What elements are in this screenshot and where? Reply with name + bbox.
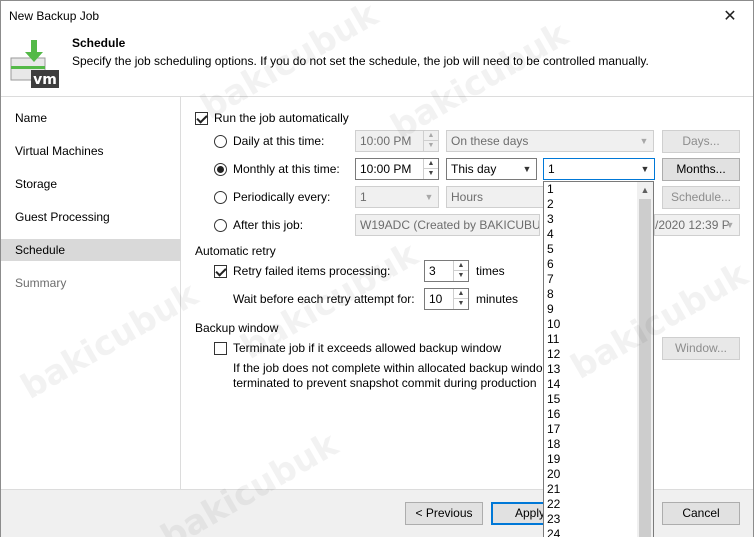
day-option[interactable]: 22 [544, 497, 638, 512]
day-option[interactable]: 3 [544, 212, 638, 227]
day-option[interactable]: 23 [544, 512, 638, 527]
day-option[interactable]: 2 [544, 197, 638, 212]
sidebar-item-schedule[interactable]: Schedule [1, 239, 181, 261]
chevron-down-icon: ▼ [725, 220, 735, 230]
retry-count-stepper[interactable]: 3 ▲ ▼ [424, 260, 469, 282]
wizard-steps-sidebar: Name Virtual Machines Storage Guest Proc… [1, 97, 181, 490]
automatic-retry-section: Automatic retry [195, 244, 276, 258]
retry-wait-stepper[interactable]: 10 ▲ ▼ [424, 288, 469, 310]
terminate-job-label: Terminate job if it exceeds allowed back… [233, 341, 502, 355]
daily-radio[interactable] [214, 135, 227, 148]
chevron-down-icon: ▼ [639, 136, 649, 146]
sidebar-item-virtual-machines[interactable]: Virtual Machines [1, 140, 181, 162]
wizard-header: vm Schedule Specify the job scheduling o… [1, 32, 753, 96]
day-dropdown-list[interactable]: 1 2 3 4 5 6 7 8 9 10 11 12 13 14 15 16 17 18 19 20 21 22 23 24 … [543, 181, 654, 537]
day-option[interactable]: 12 [544, 347, 638, 362]
retry-failed-label: Retry failed items processing: [233, 264, 391, 278]
dropdown-scrollbar[interactable]: ▲ [637, 182, 653, 537]
day-option[interactable]: 14 [544, 377, 638, 392]
day-option[interactable]: 10 [544, 317, 638, 332]
svg-text:vm: vm [33, 72, 57, 88]
run-automatically-checkbox[interactable] [195, 112, 208, 125]
monthly-day-type-select[interactable]: This day ▼ [446, 158, 537, 180]
after-job-label: After this job: [233, 218, 304, 232]
day-option[interactable]: 20 [544, 467, 638, 482]
cancel-button[interactable]: Cancel [662, 502, 740, 525]
close-icon[interactable]: ✕ [707, 1, 753, 32]
day-option[interactable]: 7 [544, 272, 638, 287]
retry-failed-checkbox[interactable] [214, 265, 227, 278]
sidebar-item-name[interactable]: Name [1, 107, 181, 129]
day-option[interactable]: 24 [544, 527, 638, 537]
chevron-down-icon: ▼ [640, 164, 650, 174]
day-option[interactable]: 11 [544, 332, 638, 347]
title-bar: New Backup Job ✕ [1, 1, 753, 32]
daily-days-select[interactable]: On these days ▼ [446, 130, 654, 152]
days-button[interactable]: Days... [662, 130, 740, 153]
schedule-button[interactable]: Schedule... [662, 186, 740, 209]
periodically-label: Periodically every: [233, 190, 331, 204]
sidebar-item-summary: Summary [15, 276, 67, 290]
months-button[interactable]: Months... [662, 158, 740, 181]
day-option[interactable]: 19 [544, 452, 638, 467]
day-option[interactable]: 18 [544, 437, 638, 452]
after-job-radio[interactable] [214, 219, 227, 232]
backup-window-note-line1: If the job does not complete within allo… [233, 361, 543, 375]
day-option[interactable]: 21 [544, 482, 638, 497]
day-option[interactable]: 9 [544, 302, 638, 317]
monthly-day-select[interactable]: 1 ▼ [543, 158, 655, 180]
monthly-radio[interactable] [214, 163, 227, 176]
retry-unit-label: times [476, 264, 505, 278]
day-option[interactable]: 5 [544, 242, 638, 257]
backup-window-note-line2: terminated to prevent snapshot commit du… [233, 376, 537, 390]
periodically-radio[interactable] [214, 191, 227, 204]
day-option[interactable]: 17 [544, 422, 638, 437]
day-option[interactable]: 15 [544, 392, 638, 407]
retry-wait-unit-label: minutes [476, 292, 519, 306]
day-option[interactable]: 8 [544, 287, 638, 302]
backup-window-section: Backup window [195, 321, 279, 335]
window-button[interactable]: Window... [662, 337, 740, 360]
chevron-down-icon: ▼ [522, 164, 532, 174]
day-option[interactable]: 4 [544, 227, 638, 242]
monthly-label: Monthly at this time: [233, 162, 340, 176]
step-description: Specify the job scheduling options. If y… [72, 54, 649, 68]
step-title: Schedule [72, 36, 126, 50]
previous-button[interactable]: < Previous [405, 502, 483, 525]
daily-label: Daily at this time: [233, 134, 325, 148]
after-job-select-tail[interactable]: /2020 12:39 P ▼ [654, 214, 740, 236]
day-option[interactable]: 13 [544, 362, 638, 377]
sidebar-item-storage[interactable]: Storage [1, 173, 181, 195]
after-job-select[interactable]: W19ADC (Created by BAKICUBUK\... [355, 214, 540, 236]
period-value-select[interactable]: 1 ▼ [355, 186, 439, 208]
sidebar-item-guest-processing[interactable]: Guest Processing [1, 206, 181, 228]
scroll-up-icon[interactable]: ▲ [637, 182, 653, 198]
backup-job-window: New Backup Job ✕ vm Schedule Specify the… [0, 0, 754, 537]
run-automatically-label: Run the job automatically [214, 111, 349, 125]
period-unit-select[interactable]: Hours [446, 186, 546, 208]
retry-wait-label: Wait before each retry attempt for: [233, 292, 415, 306]
day-option[interactable]: 6 [544, 257, 638, 272]
schedule-panel: Run the job automatically Daily at this … [182, 97, 753, 490]
day-option[interactable]: 1 [544, 182, 638, 197]
day-option[interactable]: 16 [544, 407, 638, 422]
window-title: New Backup Job [9, 9, 100, 23]
day-list-items: 1 2 3 4 5 6 7 8 9 10 11 12 13 14 15 16 17 18 19 20 21 22 23 24 [544, 182, 638, 537]
scrollbar-thumb[interactable] [639, 199, 651, 537]
chevron-down-icon: ▼ [424, 192, 434, 202]
veeam-vm-icon: vm [10, 40, 59, 88]
daily-time-field[interactable]: 10:00 PM ▲ ▼ [355, 130, 439, 152]
terminate-job-checkbox[interactable] [214, 342, 227, 355]
monthly-time-field[interactable]: 10:00 PM ▲ ▼ [355, 158, 439, 180]
